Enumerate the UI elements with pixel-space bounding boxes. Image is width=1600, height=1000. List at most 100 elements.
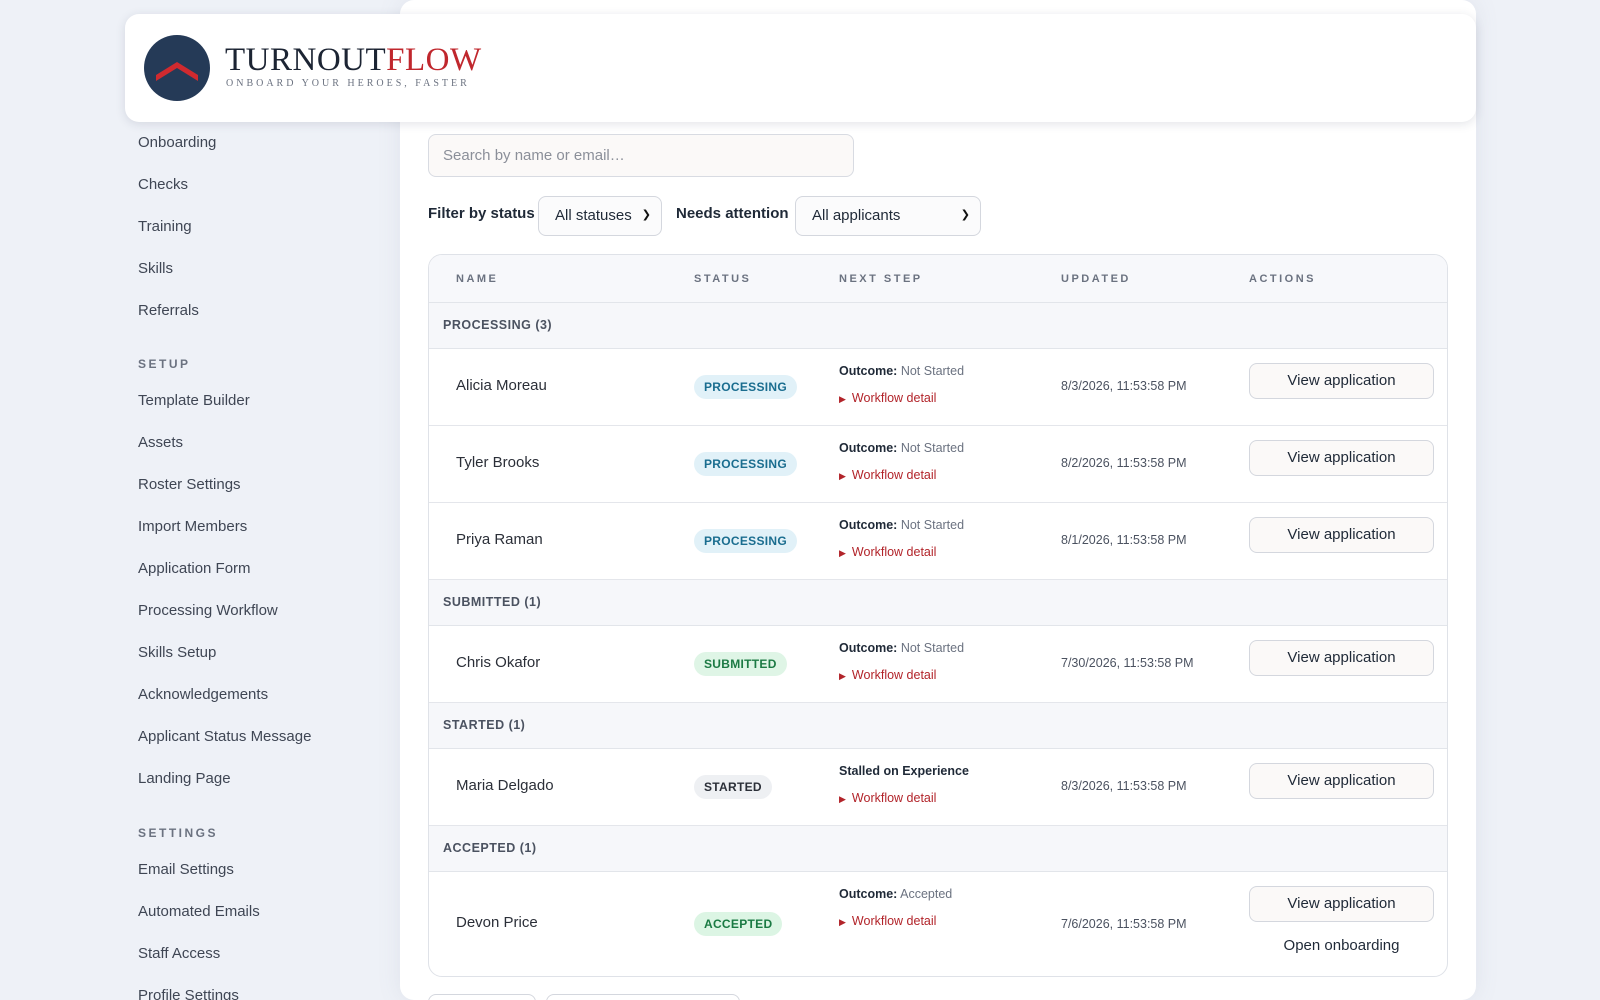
- group-row-submitted: SUBMITTED (1): [429, 580, 1447, 626]
- workflow-detail-label: Workflow detail: [851, 791, 937, 805]
- workflow-detail-toggle[interactable]: ▶ Workflow detail: [839, 545, 936, 559]
- outcome-label: Outcome:: [839, 364, 898, 378]
- pagination-button[interactable]: [546, 994, 740, 1000]
- updated-timestamp: 8/3/2026, 11:53:58 PM: [1061, 379, 1187, 393]
- sidebar-item-applicant-status-message[interactable]: Applicant Status Message: [138, 728, 311, 745]
- sidebar-item-skills[interactable]: Skills: [138, 260, 173, 277]
- column-header-name[interactable]: NAME: [456, 273, 498, 285]
- sidebar-item-roster-settings[interactable]: Roster Settings: [138, 476, 241, 493]
- view-application-button[interactable]: View application: [1249, 440, 1434, 476]
- sidebar-item-automated-emails[interactable]: Automated Emails: [138, 903, 260, 920]
- applicant-name: Chris Okafor: [456, 654, 541, 671]
- table-row: Devon Price ACCEPTED Outcome: Accepted ▶…: [429, 872, 1447, 976]
- sidebar-item-import-members[interactable]: Import Members: [138, 518, 247, 535]
- next-step-outcome: Stalled on Experience: [839, 764, 969, 778]
- outcome-label: Outcome:: [839, 441, 898, 455]
- outcome-label: Outcome:: [839, 641, 898, 655]
- attention-filter-select[interactable]: All applicants ❯: [795, 196, 981, 236]
- chevron-up-logo-icon: [156, 62, 198, 81]
- search-input[interactable]: Search by name or email…: [428, 134, 854, 177]
- view-application-button[interactable]: View application: [1249, 640, 1434, 676]
- group-label: STARTED (1): [443, 718, 526, 732]
- disclosure-triangle-icon: ▶: [839, 394, 846, 404]
- sidebar-item-landing-page[interactable]: Landing Page: [138, 770, 231, 787]
- updated-timestamp: 8/2/2026, 11:53:58 PM: [1061, 456, 1187, 470]
- workflow-detail-label: Workflow detail: [851, 468, 937, 482]
- table-row: Alicia Moreau PROCESSING Outcome: Not St…: [429, 349, 1447, 426]
- applicant-name: Priya Raman: [456, 531, 543, 548]
- column-header-status[interactable]: STATUS: [694, 273, 751, 285]
- pagination-button[interactable]: [428, 994, 536, 1000]
- next-step-outcome: Outcome: Not Started: [839, 441, 964, 455]
- attention-filter-label: Needs attention: [676, 205, 789, 222]
- workflow-detail-toggle[interactable]: ▶ Workflow detail: [839, 391, 936, 405]
- column-header-actions: ACTIONS: [1249, 273, 1316, 285]
- outcome-value: Not Started: [900, 364, 965, 378]
- open-onboarding-button[interactable]: Open onboarding: [1249, 937, 1434, 954]
- brand-tagline: ONBOARD YOUR HEROES, FASTER: [226, 78, 470, 89]
- status-badge: PROCESSING: [694, 375, 798, 399]
- table-row: Tyler Brooks PROCESSING Outcome: Not Sta…: [429, 426, 1447, 503]
- workflow-detail-label: Workflow detail: [851, 545, 937, 559]
- workflow-detail-toggle[interactable]: ▶ Workflow detail: [839, 791, 936, 805]
- updated-timestamp: 8/3/2026, 11:53:58 PM: [1061, 779, 1187, 793]
- sidebar-item-checks[interactable]: Checks: [138, 176, 188, 193]
- chevron-down-icon: ❯: [641, 209, 651, 221]
- applicant-name: Alicia Moreau: [456, 377, 547, 394]
- updated-timestamp: 7/30/2026, 11:53:58 PM: [1061, 656, 1194, 670]
- view-application-button[interactable]: View application: [1249, 363, 1434, 399]
- sidebar-item-skills-setup[interactable]: Skills Setup: [138, 644, 216, 661]
- next-step-outcome: Outcome: Not Started: [839, 641, 964, 655]
- status-filter-select[interactable]: All statuses ❯: [538, 196, 662, 236]
- disclosure-triangle-icon: ▶: [839, 471, 846, 481]
- disclosure-triangle-icon: ▶: [839, 917, 846, 927]
- sidebar-section-settings: SETTINGS: [138, 826, 219, 840]
- status-badge: PROCESSING: [694, 452, 798, 476]
- workflow-detail-toggle[interactable]: ▶ Workflow detail: [839, 668, 936, 682]
- applicant-name: Tyler Brooks: [456, 454, 540, 471]
- status-filter-label: Filter by status: [428, 205, 535, 222]
- sidebar-item-profile-settings[interactable]: Profile Settings: [138, 987, 239, 1000]
- applications-table: NAME STATUS NEXT STEP UPDATED ACTIONS PR…: [428, 254, 1448, 977]
- outcome-label: Outcome:: [839, 887, 898, 901]
- column-header-next-step[interactable]: NEXT STEP: [839, 273, 923, 285]
- group-label: ACCEPTED (1): [443, 841, 537, 855]
- brand-word-dark: TURNOUT: [225, 42, 387, 78]
- sidebar-item-application-form[interactable]: Application Form: [138, 560, 251, 577]
- workflow-detail-toggle[interactable]: ▶ Workflow detail: [839, 468, 936, 482]
- workflow-detail-label: Workflow detail: [851, 668, 937, 682]
- sidebar-section-setup: SETUP: [138, 357, 191, 371]
- logo-mark[interactable]: [144, 35, 210, 101]
- outcome-value: Accepted: [900, 887, 953, 901]
- view-application-button[interactable]: View application: [1249, 517, 1434, 553]
- workflow-detail-toggle[interactable]: ▶ Workflow detail: [839, 914, 936, 928]
- sidebar-item-acknowledgements[interactable]: Acknowledgements: [138, 686, 268, 703]
- sidebar: Onboarding Checks Training Skills Referr…: [124, 120, 384, 1000]
- workflow-detail-label: Workflow detail: [851, 914, 937, 928]
- disclosure-triangle-icon: ▶: [839, 794, 846, 804]
- status-badge: SUBMITTED: [694, 652, 787, 676]
- workflow-detail-label: Workflow detail: [851, 391, 937, 405]
- sidebar-item-referrals[interactable]: Referrals: [138, 302, 199, 319]
- disclosure-triangle-icon: ▶: [839, 671, 846, 681]
- outcome-label: Stalled on Experience: [839, 764, 969, 778]
- updated-timestamp: 7/6/2026, 11:53:58 PM: [1061, 917, 1187, 931]
- sidebar-item-training[interactable]: Training: [138, 218, 192, 235]
- view-application-button[interactable]: View application: [1249, 763, 1434, 799]
- status-badge: STARTED: [694, 775, 772, 799]
- next-step-outcome: Outcome: Not Started: [839, 518, 964, 532]
- sidebar-item-template-builder[interactable]: Template Builder: [138, 392, 250, 409]
- sidebar-item-processing-workflow[interactable]: Processing Workflow: [138, 602, 278, 619]
- group-label: SUBMITTED (1): [443, 595, 542, 609]
- outcome-label: Outcome:: [839, 518, 898, 532]
- view-application-button[interactable]: View application: [1249, 886, 1434, 922]
- column-header-updated: UPDATED: [1061, 273, 1131, 285]
- sidebar-item-email-settings[interactable]: Email Settings: [138, 861, 234, 878]
- updated-timestamp: 8/1/2026, 11:53:58 PM: [1061, 533, 1187, 547]
- attention-filter-value: All applicants: [812, 207, 901, 224]
- app-header: TURNOUTFLOW ONBOARD YOUR HEROES, FASTER: [125, 14, 1476, 122]
- sidebar-item-onboarding[interactable]: Onboarding: [138, 134, 216, 151]
- sidebar-item-staff-access[interactable]: Staff Access: [138, 945, 220, 962]
- sidebar-item-assets[interactable]: Assets: [138, 434, 183, 451]
- outcome-value: Not Started: [900, 518, 965, 532]
